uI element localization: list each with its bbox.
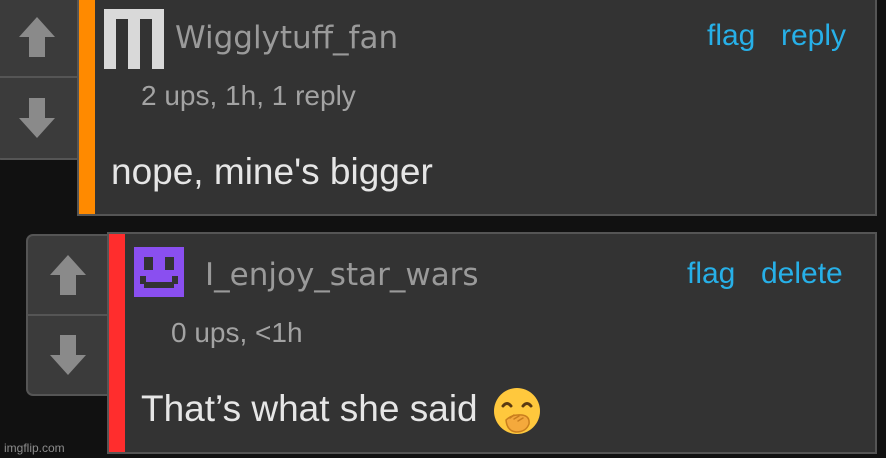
downvote-button[interactable] [28,316,108,394]
reply-link[interactable]: reply [781,19,846,53]
vote-box-2 [26,234,110,396]
comment-stripe [79,0,95,214]
comment-meta: 0 ups, <1h [171,317,303,348]
downvote-button[interactable] [0,78,78,158]
flag-link[interactable]: flag [707,19,755,53]
upvote-button[interactable] [0,0,78,76]
face-with-hand-over-mouth-icon [493,388,540,434]
avatar[interactable] [134,247,184,297]
comment-text: nope, mine's bigger [111,151,433,192]
username[interactable]: Wigglytuff_fan [175,20,398,56]
vote-box-1 [0,0,80,160]
comment-card-2: I_enjoy_star_wars flag delete 0 ups, <1h… [107,232,877,454]
delete-link[interactable]: delete [761,257,843,291]
comment-text: That’s what she said [141,386,542,436]
avatar[interactable] [104,9,164,69]
upvote-button[interactable] [28,236,108,314]
comment-text-content: That’s what she said [141,387,478,429]
comment-meta: 2 ups, 1h, 1 reply [141,80,356,111]
arrow-down-icon [50,335,86,375]
arrow-up-icon [50,255,86,295]
username[interactable]: I_enjoy_star_wars [205,257,479,293]
arrow-up-icon [19,17,55,57]
arrow-down-icon [19,98,55,138]
comment-card-1: Wigglytuff_fan flag reply 2 ups, 1h, 1 r… [77,0,877,216]
watermark: imgflip.com [4,441,65,455]
comment-stripe [109,234,125,452]
flag-link[interactable]: flag [687,257,735,291]
